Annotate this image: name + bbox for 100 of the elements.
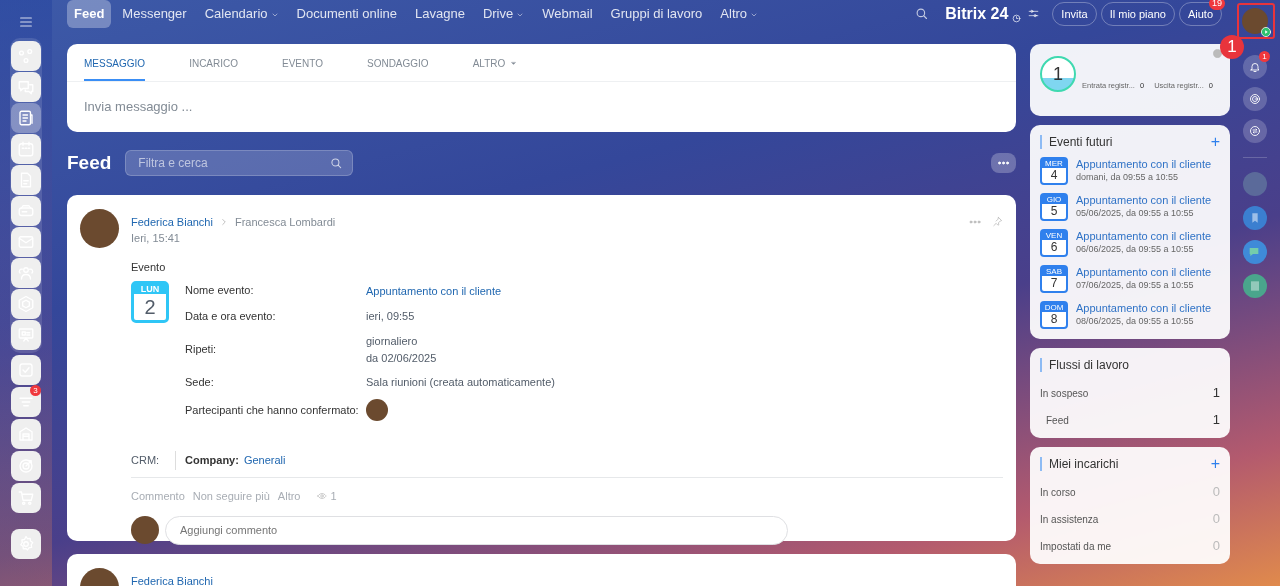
play-icon: [1261, 27, 1271, 37]
calendar-icon: GIO 5: [1040, 192, 1068, 221]
sidebar-item[interactable]: [11, 258, 41, 288]
swirl-icon: [1249, 92, 1261, 106]
photo-placeholder: [1243, 172, 1267, 196]
pin-icon: [992, 216, 1003, 228]
sidebar-item[interactable]: [11, 451, 41, 481]
composer-tab[interactable]: SONDAGGIO: [366, 43, 429, 81]
post-action-link[interactable]: Non seguire più: [192, 488, 270, 505]
message-input[interactable]: Invia messaggio ...: [67, 80, 1016, 132]
field-label: Nome evento:: [185, 283, 255, 299]
sidebar-item[interactable]: [11, 134, 41, 164]
widget-title: Miei incarichi: [1040, 456, 1119, 471]
counter-value: 1: [1212, 384, 1220, 403]
document-button[interactable]: [1243, 274, 1267, 298]
calendar-icon: SAB 7: [1040, 264, 1068, 293]
sidebar-item[interactable]: [11, 483, 41, 513]
post-time: Ieri, 15:41: [131, 231, 181, 246]
event-time: 05/06/2025, da 09:55 a 10:55: [1076, 206, 1195, 220]
bell-icon: [1249, 60, 1261, 74]
help-icon: [1213, 48, 1222, 58]
nav-tab[interactable]: Gruppi di lavoro: [603, 0, 710, 28]
event-time: 07/06/2025, da 09:55 a 10:55: [1076, 278, 1195, 292]
composer-tab[interactable]: INCARICO: [189, 43, 239, 81]
field-label: Sede:: [185, 375, 215, 391]
event-time: domani, da 09:55 a 10:55: [1076, 170, 1180, 184]
more-button[interactable]: [991, 153, 1016, 174]
user-avatar[interactable]: [1242, 8, 1268, 34]
search-icon[interactable]: [914, 6, 930, 22]
settings-button[interactable]: [11, 529, 41, 559]
composer-tab[interactable]: MESSAGGIO: [84, 43, 146, 81]
nav-tab[interactable]: Drive: [475, 0, 532, 28]
add-button[interactable]: +: [1210, 134, 1220, 149]
calendar-icon: DOM 8: [1040, 300, 1068, 329]
event-link[interactable]: Appuntamento con il cliente: [1076, 192, 1212, 207]
swirl-button[interactable]: [1243, 87, 1267, 111]
participant-avatar: [366, 399, 388, 421]
sidebar-item[interactable]: [11, 41, 41, 71]
feed-title: Feed: [67, 151, 112, 175]
event-link[interactable]: Appuntamento con il cliente: [366, 284, 502, 297]
add-button[interactable]: +: [1210, 456, 1220, 471]
sidebar-item[interactable]: [11, 72, 41, 102]
event-link[interactable]: Appuntamento con il cliente: [1076, 300, 1212, 315]
newspaper-icon: [17, 109, 35, 127]
bookmark-button[interactable]: [1243, 206, 1267, 230]
nav-tab[interactable]: Documenti online: [289, 0, 404, 28]
author-link[interactable]: Federica Bianchi: [131, 572, 213, 586]
dots-icon: [968, 219, 982, 224]
sidebar-item[interactable]: [11, 419, 41, 449]
widget-title: Flussi di lavoro: [1040, 357, 1130, 372]
sidebar-item[interactable]: [11, 320, 41, 350]
composer-tab[interactable]: EVENTO: [282, 43, 323, 81]
post-type: Evento: [131, 259, 167, 275]
sidebar-item[interactable]: [11, 227, 41, 257]
event-link[interactable]: Appuntamento con il cliente: [1076, 156, 1212, 171]
logo-text: Bitrix 24: [945, 3, 1009, 24]
sidebar-item[interactable]: 3: [11, 387, 41, 417]
dots-icon: [997, 161, 1010, 166]
nav-tab[interactable]: Webmail: [535, 0, 600, 28]
field-value: giornaliero da 02/06/2025: [366, 334, 437, 366]
chat-button[interactable]: [1243, 240, 1267, 264]
counter-value: 0: [1212, 537, 1220, 556]
callout-number: 1: [1220, 35, 1244, 59]
avatar: [80, 208, 119, 248]
nav-tab[interactable]: Lavagne: [408, 0, 472, 28]
highlight-frame: [1237, 3, 1275, 39]
chat-button[interactable]: [1243, 119, 1267, 143]
nav-tab[interactable]: Calendario: [197, 0, 286, 28]
nav-tab[interactable]: Feed: [67, 0, 112, 28]
counter-value: 1: [1212, 411, 1220, 430]
counter-label: In corso: [1040, 485, 1076, 500]
sidebar-item[interactable]: [11, 355, 41, 385]
calendar-icon: MER 4: [1040, 156, 1068, 185]
crm-entity-label: Company:: [185, 453, 239, 469]
crm-label: CRM:: [131, 453, 160, 469]
event-link[interactable]: Appuntamento con il cliente: [1076, 264, 1212, 279]
field-value: ieri, 09:55: [366, 309, 415, 325]
avatar: [131, 516, 159, 544]
event-link[interactable]: Appuntamento con il cliente: [1076, 228, 1212, 243]
sidebar-item[interactable]: [11, 103, 41, 133]
field-label: Ripeti:: [185, 342, 218, 358]
notification-badge: 19: [1209, 0, 1225, 10]
comment-field[interactable]: Aggiungi commento: [165, 515, 788, 545]
widget-title: Eventi futuri: [1040, 134, 1113, 149]
author-link[interactable]: Federica Bianchi: [131, 213, 213, 230]
nav-tab[interactable]: Messenger: [115, 0, 194, 28]
sidebar-item[interactable]: [11, 165, 41, 195]
counter-value: 0: [1212, 510, 1220, 529]
counter-label: In assistenza: [1040, 512, 1099, 527]
chat-arrows-icon: [1249, 124, 1261, 138]
composer-tab[interactable]: ALTRO: [472, 43, 518, 81]
event-time: 06/06/2025, da 09:55 a 10:55: [1076, 242, 1195, 256]
sidebar-item[interactable]: [11, 289, 41, 319]
nav-tab[interactable]: Altro: [713, 0, 766, 28]
sidebar-item[interactable]: [11, 196, 41, 226]
company-link[interactable]: Generali: [243, 452, 286, 469]
notification-badge: 1: [1259, 51, 1270, 62]
post-action-link[interactable]: Commento: [131, 488, 185, 505]
notification-badge: 3: [30, 385, 41, 396]
counter-label: Feed: [1046, 413, 1069, 428]
